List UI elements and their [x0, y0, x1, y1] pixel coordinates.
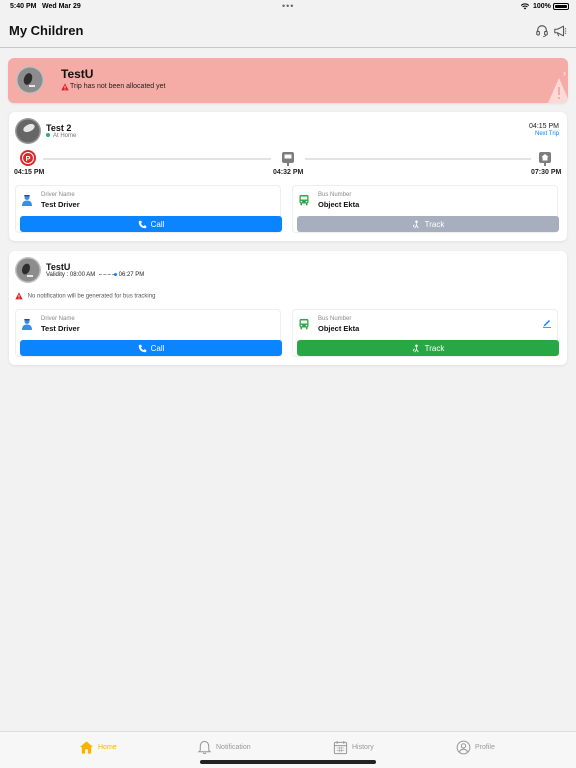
bus-info: Bus Number Object Ekta Track — [292, 185, 559, 233]
track-icon — [412, 344, 419, 352]
child-status: At Home — [46, 133, 76, 139]
driver-icon — [22, 319, 32, 330]
warning-icon — [61, 83, 69, 91]
stop-time: 04:15 PM — [14, 169, 45, 176]
nav-home[interactable]: Home — [79, 738, 117, 756]
edit-icon[interactable] — [542, 318, 552, 328]
driver-name: Test Driver — [41, 324, 80, 333]
status-dot-icon — [46, 133, 50, 138]
timeline-segment — [43, 158, 271, 160]
nav-profile[interactable]: Profile — [456, 738, 495, 756]
call-button[interactable]: Call — [20, 216, 282, 232]
validity-label: Validity : — [46, 272, 69, 278]
driver-info: Driver Name Test Driver Call — [15, 309, 282, 357]
calendar-icon — [333, 740, 348, 754]
multitask-dots-icon[interactable]: ••• — [282, 1, 294, 11]
next-trip-link[interactable]: Next Trip — [535, 131, 559, 137]
call-button[interactable]: Call — [20, 340, 282, 356]
warning-icon — [15, 292, 23, 300]
headset-icon[interactable] — [535, 24, 549, 38]
avatar — [15, 257, 41, 283]
track-button[interactable]: Track — [297, 340, 559, 356]
call-label: Call — [150, 343, 165, 353]
wifi-icon — [520, 3, 530, 10]
alert-message: Trip has not been allocated yet — [70, 83, 166, 90]
avatar — [16, 66, 44, 94]
child-name: TestU — [61, 67, 94, 81]
note-text: No notification will be generated for bu… — [27, 293, 156, 300]
bus-icon — [299, 319, 309, 330]
driver-icon — [22, 195, 32, 206]
timeline-segment — [305, 158, 531, 160]
battery-percent: 100% — [533, 3, 551, 10]
bus-stop-icon — [282, 152, 294, 166]
parking-icon: P — [20, 150, 36, 166]
school-icon — [539, 152, 551, 166]
arrow-icon — [98, 272, 117, 276]
status-date: Wed Mar 29 — [42, 3, 81, 10]
phone-icon — [138, 344, 146, 352]
nav-home-label: Home — [98, 743, 117, 751]
app-header: My Children — [0, 14, 576, 48]
decorative-warning-icon — [548, 78, 568, 103]
child-card[interactable]: TestU Validity : 08:00 AM 06:27 PM No no… — [9, 251, 567, 365]
nav-history-label: History — [352, 743, 374, 751]
validity-range: Validity : 08:00 AM 06:27 PM — [46, 272, 144, 278]
child-name: TestU — [46, 262, 71, 272]
track-label: Track — [424, 343, 445, 353]
trip-card[interactable]: Test 2 At Home 04:15 PM Next Trip P 04:1… — [9, 112, 567, 241]
stop-time: 07:30 PM — [531, 169, 562, 176]
driver-label: Driver Name — [41, 192, 75, 198]
driver-info: Driver Name Test Driver Call — [15, 185, 282, 233]
page-title: My Children — [9, 23, 84, 38]
validity-start: 08:00 AM — [69, 272, 96, 278]
unallocated-trip-alert[interactable]: TestU Trip has not been allocated yet › — [8, 58, 568, 103]
notification-note: No notification will be generated for bu… — [15, 292, 155, 300]
bus-number: Object Ekta — [318, 324, 360, 333]
bus-info: Bus Number Object Ekta Track — [292, 309, 559, 357]
bus-icon — [299, 195, 309, 206]
home-icon — [79, 740, 94, 754]
bus-number: Object Ekta — [318, 200, 360, 209]
status-time: 5:40 PM — [10, 3, 37, 10]
track-icon — [412, 220, 419, 228]
bus-label: Bus Number — [318, 192, 352, 198]
nav-history[interactable]: History — [333, 738, 374, 756]
stop-time: 04:32 PM — [273, 169, 304, 176]
call-label: Call — [150, 219, 165, 229]
child-name: Test 2 — [46, 123, 72, 133]
nav-notification[interactable]: Notification — [197, 738, 251, 756]
svg-text:P: P — [25, 154, 30, 163]
driver-label: Driver Name — [41, 316, 75, 322]
bell-icon — [197, 740, 212, 754]
bus-label: Bus Number — [318, 316, 352, 322]
status-text: At Home — [53, 133, 77, 139]
battery-icon — [553, 3, 569, 10]
validity-end: 06:27 PM — [118, 272, 145, 278]
home-indicator — [200, 760, 376, 764]
avatar — [15, 118, 41, 144]
trip-timeline: P 04:15 PM 04:32 PM 07:30 PM — [9, 150, 567, 180]
megaphone-icon[interactable] — [553, 24, 567, 38]
nav-notification-label: Notification — [216, 743, 251, 751]
driver-name: Test Driver — [41, 200, 80, 209]
phone-icon — [138, 220, 146, 228]
next-trip-time: 04:15 PM — [529, 123, 559, 130]
nav-profile-label: Profile — [475, 743, 495, 751]
track-button-disabled[interactable]: Track — [297, 216, 559, 232]
profile-icon — [456, 740, 471, 754]
status-bar: 5:40 PM Wed Mar 29 ••• 100% — [0, 0, 576, 14]
track-label: Track — [424, 219, 445, 229]
